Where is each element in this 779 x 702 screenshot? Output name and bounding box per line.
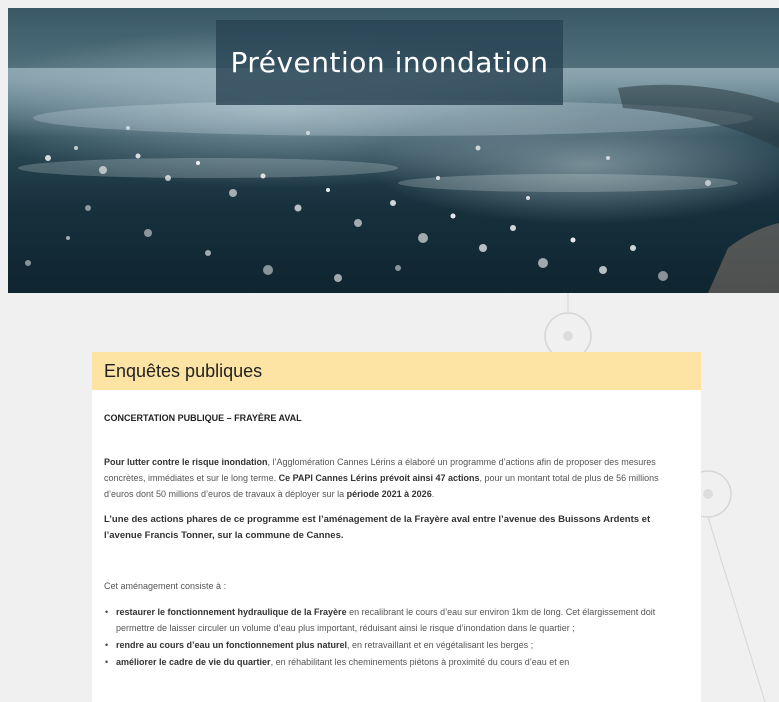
list-item-bold: restaurer le fonctionnement hydraulique … <box>116 607 347 617</box>
intro-paragraph: Pour lutter contre le risque inondation,… <box>104 454 689 502</box>
hero-banner: Prévention inondation <box>8 8 779 293</box>
page-title: Prévention inondation <box>216 20 563 105</box>
bold-text: Ce PAPI Cannes Lérins prévoit ainsi 47 a… <box>278 473 480 483</box>
list-item: rendre au cours d’eau un fonctionnement … <box>104 637 689 653</box>
list-intro: Cet aménagement consiste à : <box>104 581 227 591</box>
card-body: CONCERTATION PUBLIQUE – FRAYÈRE AVAL Pou… <box>92 390 701 670</box>
list-item-text: , en réhabilitant les cheminements piéto… <box>270 657 570 667</box>
text: . <box>431 489 435 499</box>
bold-text: Pour lutter contre le risque inondation <box>104 457 268 467</box>
list-item: restaurer le fonctionnement hydraulique … <box>104 604 689 636</box>
list-item-bold: améliorer le cadre de vie du quartier <box>116 657 271 667</box>
actions-list: restaurer le fonctionnement hydraulique … <box>104 604 689 670</box>
card-header: Enquêtes publiques <box>92 352 701 390</box>
public-inquiries-card: Enquêtes publiques CONCERTATION PUBLIQUE… <box>92 352 701 702</box>
list-item-text: , en retravaillant et en végétalisant le… <box>347 640 534 650</box>
bold-text: période 2021 à 2026 <box>346 489 432 499</box>
section-title: CONCERTATION PUBLIQUE – FRAYÈRE AVAL <box>104 413 302 423</box>
list-item-bold: rendre au cours d’eau un fonctionnement … <box>116 640 348 650</box>
key-action-paragraph: L’une des actions phares de ce programme… <box>104 514 651 541</box>
page: Prévention inondation Enquêtes publiques… <box>0 0 779 702</box>
list-item: améliorer le cadre de vie du quartier, e… <box>104 654 689 670</box>
